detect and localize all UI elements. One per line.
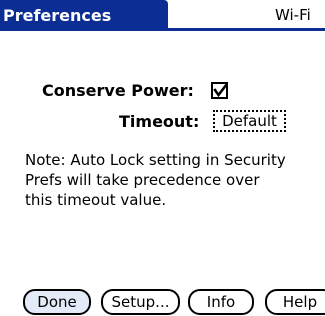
timeout-selector[interactable]: Default — [213, 110, 286, 132]
conserve-power-checkbox[interactable] — [211, 82, 228, 99]
setup-button[interactable]: Setup... — [101, 289, 180, 315]
category-selector[interactable]: Wi-Fi — [275, 6, 311, 24]
timeout-label: Timeout: — [119, 112, 200, 131]
checkmark-icon — [213, 82, 228, 98]
info-button[interactable]: Info — [188, 289, 254, 315]
page-title[interactable]: Preferences — [0, 0, 168, 31]
help-button[interactable]: Help — [265, 289, 325, 315]
done-button[interactable]: Done — [23, 289, 91, 315]
conserve-power-label[interactable]: Conserve Power: — [42, 81, 194, 101]
note-text: Note: Auto Lock setting in Security Pref… — [25, 151, 286, 209]
